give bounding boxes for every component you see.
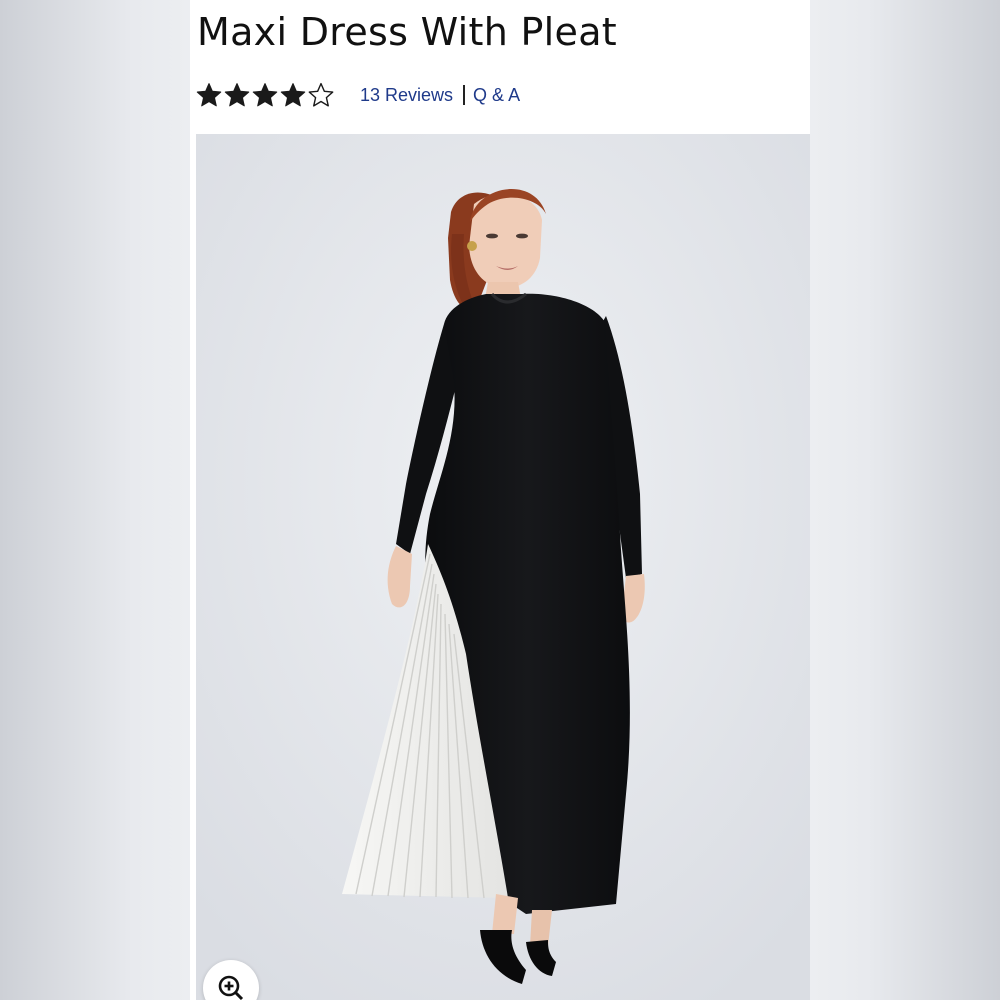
star-filled-icon <box>252 83 278 107</box>
product-title: Maxi Dress With Pleat <box>197 10 617 54</box>
background-blur-left <box>0 0 190 1000</box>
star-outline-icon <box>308 82 334 107</box>
star-filled-icon <box>280 83 306 107</box>
product-panel: Maxi Dress With Pleat 13 Reviews Q & A <box>190 0 810 1000</box>
zoom-in-icon <box>218 975 244 1000</box>
product-image[interactable] <box>196 134 810 1000</box>
rating-row: 13 Reviews Q & A <box>196 80 520 110</box>
background-blur-right <box>810 0 1000 1000</box>
star-filled-icon <box>196 83 222 107</box>
star-rating <box>196 82 334 108</box>
link-divider <box>463 85 466 105</box>
qa-link[interactable]: Q & A <box>473 85 520 106</box>
reviews-link[interactable]: 13 Reviews <box>360 85 453 106</box>
model-photo <box>196 134 810 1000</box>
star-filled-icon <box>224 83 250 107</box>
